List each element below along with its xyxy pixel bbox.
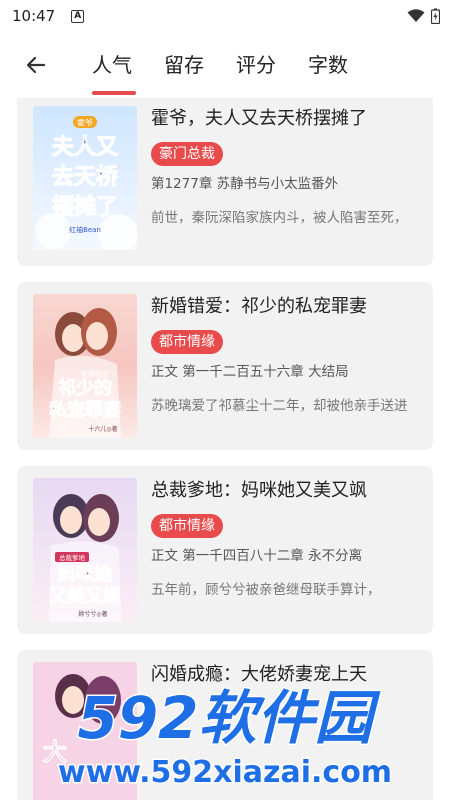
book-title: 总裁爹地：妈咪她又美又飒 (151, 480, 367, 501)
battery-icon (431, 8, 440, 24)
svg-text:妈咪她: 妈咪她 (58, 563, 112, 585)
book-cover: 总裁爹地 妈咪她 又美又飒 顾兮兮◎著 (33, 478, 137, 622)
status-icons (407, 8, 440, 24)
svg-text:总裁爹地: 总裁爹地 (59, 553, 86, 562)
book-card[interactable]: 总裁爹地 妈咪她 又美又飒 顾兮兮◎著 总裁爹地：妈咪她又美又飒 都市情缘 正文… (17, 466, 433, 634)
book-cover: 新婚错爱 祁少的 私宠罪妻 十六儿◎著 (33, 294, 137, 438)
notification-icon: A (71, 9, 85, 23)
wifi-icon (407, 9, 425, 22)
book-description: 前世，秦阮深陷家族内斗，被人陷害至死， (151, 210, 408, 226)
cover-top-text: 霍爷 (77, 118, 93, 128)
genre-tag: 豪门总裁 (151, 142, 223, 166)
book-description: 苏晚璃爱了祁慕尘十二年，却被他亲手送进 (151, 398, 408, 414)
book-title: 闪婚成瘾：大佬娇妻宠上天 (151, 664, 367, 685)
svg-text:夫人又: 夫人又 (52, 135, 119, 160)
tab-retention[interactable]: 留存 (164, 32, 236, 98)
svg-text:大: 大 (43, 737, 67, 766)
svg-text:私宠罪妻: 私宠罪妻 (49, 399, 121, 421)
sort-tabs: 人气 留存 评分 字数 (92, 32, 380, 98)
top-nav: 人气 留存 评分 字数 (0, 32, 450, 98)
svg-text:又美又飒: 又美又飒 (48, 585, 121, 607)
genre-tag: 都市情缘 (151, 514, 223, 538)
svg-text:摆摊了: 摆摊了 (52, 194, 118, 220)
svg-text:祁少的: 祁少的 (58, 377, 112, 399)
book-list: 霍爷 夫人又 去天桥 摆摊了 红袖Bean 霍爷，夫人又去天桥摆摊了 豪门总裁 … (0, 98, 450, 800)
tab-popularity[interactable]: 人气 (92, 32, 164, 98)
tab-rating[interactable]: 评分 (236, 32, 308, 98)
book-description: 五年前，顾兮兮被亲爸继母联手算计， (151, 582, 381, 598)
back-button[interactable] (18, 47, 54, 83)
svg-text:顾兮兮◎著: 顾兮兮◎著 (78, 610, 107, 618)
status-time: 10:47 (12, 7, 56, 25)
book-cover: 大 (33, 662, 137, 800)
svg-text:十六儿◎著: 十六儿◎著 (88, 425, 117, 433)
latest-chapter: 正文 第一千二百五十六章 大结局 (151, 364, 349, 380)
status-bar: 10:47 A (0, 0, 450, 32)
svg-text:新婚错爱: 新婚错爱 (81, 369, 109, 378)
book-card[interactable]: 霍爷 夫人又 去天桥 摆摊了 红袖Bean 霍爷，夫人又去天桥摆摊了 豪门总裁 … (17, 98, 433, 266)
latest-chapter: 第1277章 苏静书与小太监番外 (151, 176, 339, 192)
book-card[interactable]: 新婚错爱 祁少的 私宠罪妻 十六儿◎著 新婚错爱：祁少的私宠罪妻 都市情缘 正文… (17, 282, 433, 450)
book-title: 新婚错爱：祁少的私宠罪妻 (151, 296, 367, 317)
latest-chapter: 正文 第一千四百八十二章 永不分离 (151, 548, 363, 564)
svg-text:去天桥: 去天桥 (52, 164, 118, 190)
book-title: 霍爷，夫人又去天桥摆摊了 (151, 108, 367, 129)
book-card[interactable]: 大 闪婚成瘾：大佬娇妻宠上天 (17, 650, 433, 800)
book-cover: 霍爷 夫人又 去天桥 摆摊了 红袖Bean (33, 106, 137, 250)
arrow-left-icon (26, 56, 46, 74)
svg-text:红袖Bean: 红袖Bean (69, 225, 101, 234)
genre-tag: 都市情缘 (151, 330, 223, 354)
tab-word-count[interactable]: 字数 (308, 32, 380, 98)
